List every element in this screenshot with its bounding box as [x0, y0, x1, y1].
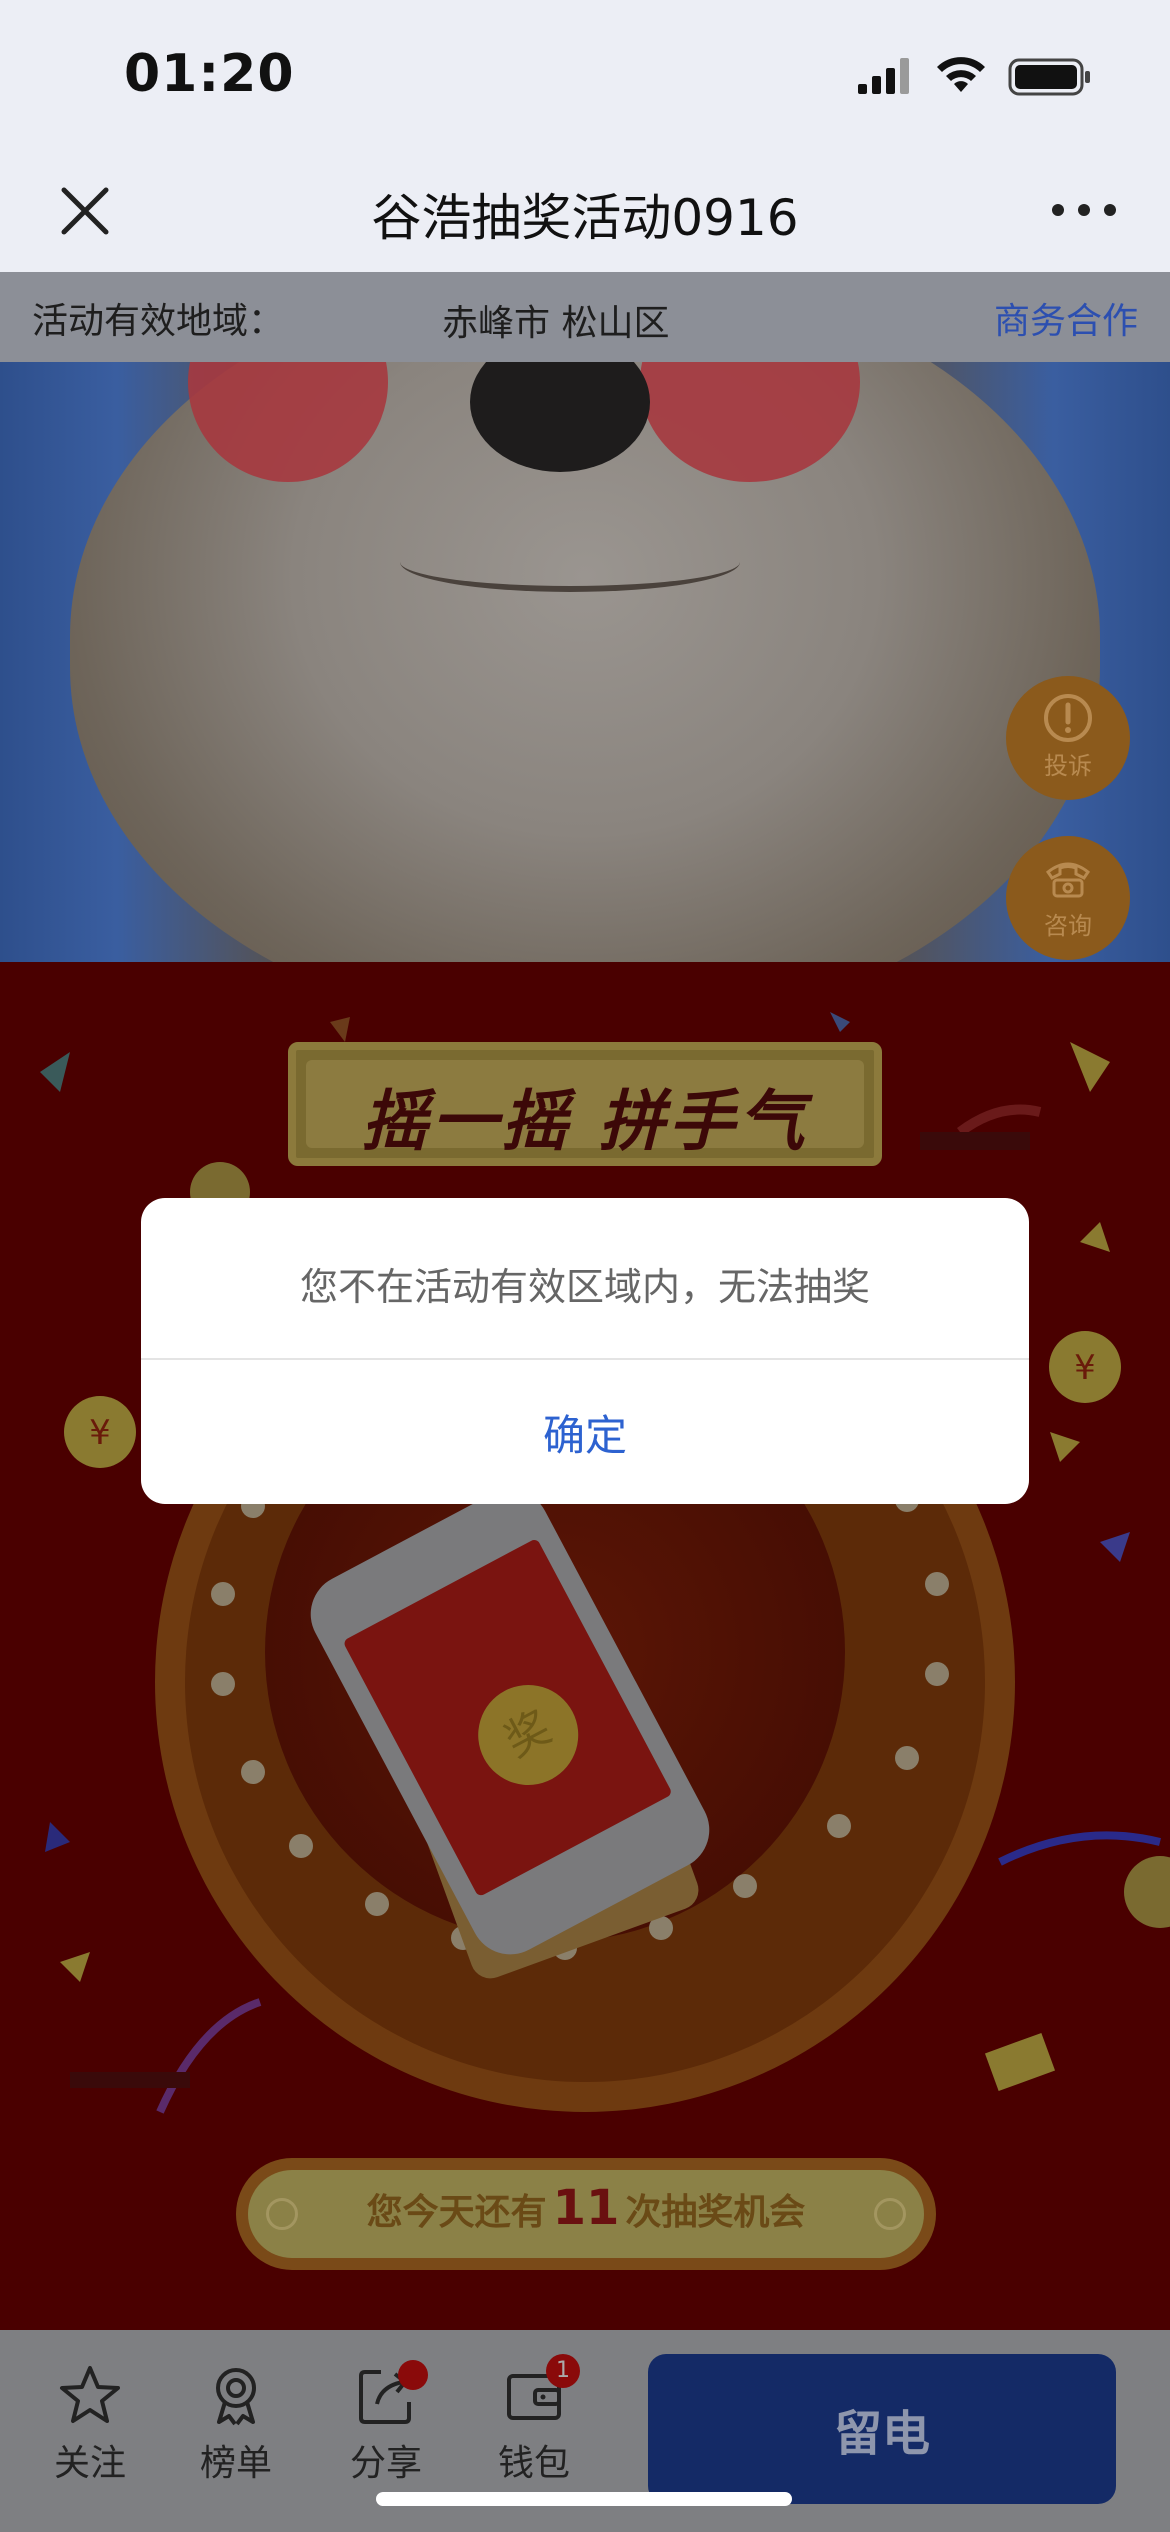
dialog-message: 您不在活动有效区域内，无法抽奖 — [299, 1265, 870, 1309]
dog-cheek-right — [640, 362, 860, 482]
wheel-bulb — [211, 1582, 235, 1606]
wheel-bulb — [925, 1572, 949, 1596]
tab-rank[interactable]: 榜单 — [176, 2364, 296, 2486]
wifi-icon — [937, 57, 985, 92]
lottery-event-area: ¥ ¥ 摇一摇 拼手气 奖 您今天还有 11 次抽奖机会 — [0, 962, 1170, 2330]
battery-icon — [1008, 58, 1090, 96]
region-value: 赤峰市 松山区 — [442, 303, 670, 344]
nav-bar: 谷浩抽奖活动0916 — [0, 150, 1170, 272]
status-bar: 01:20 — [0, 0, 1170, 150]
dog-cheek-left — [188, 362, 388, 482]
prize-coin: 奖 — [460, 1667, 596, 1803]
event-title: 摇一摇 拼手气 — [361, 1083, 809, 1160]
remaining-chances-pill: 您今天还有 11 次抽奖机会 — [236, 2158, 936, 2270]
remaining-chances-text: 您今天还有 11 次抽奖机会 — [366, 2180, 806, 2236]
home-indicator[interactable] — [376, 2492, 792, 2506]
tab-wallet-label: 钱包 — [497, 2443, 570, 2484]
tab-wallet[interactable]: 1 钱包 — [474, 2354, 594, 2486]
more-dots-icon[interactable] — [1048, 192, 1120, 228]
wheel-bulb — [827, 1814, 851, 1838]
complain-button[interactable]: 投诉 — [1006, 676, 1130, 800]
region-bar: 活动有效地域： 赤峰市 松山区 商务合作 — [0, 272, 1170, 362]
wheel-bulb — [211, 1672, 235, 1696]
leave-phone-button[interactable]: 留电 — [648, 2354, 1116, 2504]
svg-text:¥: ¥ — [1074, 1348, 1096, 1388]
wheel-bulb — [241, 1760, 265, 1784]
complain-label: 投诉 — [1044, 752, 1092, 780]
confirm-button[interactable]: 确定 — [141, 1360, 1029, 1504]
wheel-bulb — [289, 1834, 313, 1858]
dog-mouth — [400, 532, 740, 592]
wheel-bulb — [733, 1874, 757, 1898]
remaining-chances-count: 11 — [552, 2180, 620, 2236]
award-ribbon-icon — [216, 2368, 256, 2426]
star-icon — [60, 2366, 120, 2423]
dog-nose — [470, 362, 650, 472]
consult-button[interactable]: 咨询 — [1006, 836, 1130, 960]
consult-label: 咨询 — [1044, 912, 1092, 940]
wheel-bulb — [895, 1746, 919, 1770]
dog-face-illustration — [70, 362, 1100, 962]
tab-follow[interactable]: 关注 — [30, 2364, 150, 2486]
banner-image — [0, 362, 1170, 962]
wheel-bulb — [925, 1662, 949, 1686]
svg-text:¥: ¥ — [89, 1413, 111, 1453]
region-label: 活动有效地域： — [32, 301, 285, 342]
tab-share[interactable]: 分享 — [326, 2360, 446, 2486]
exclamation-circle-icon — [1044, 694, 1092, 742]
event-title-banner: 摇一摇 拼手气 — [288, 1042, 882, 1166]
tab-share-label: 分享 — [349, 2443, 422, 2484]
page-title: 谷浩抽奖活动0916 — [371, 189, 799, 247]
tab-follow-label: 关注 — [53, 2443, 126, 2484]
alert-dialog: 您不在活动有效区域内，无法抽奖 确定 — [141, 1198, 1029, 1504]
tab-rank-label: 榜单 — [199, 2443, 272, 2484]
wheel-bulb — [365, 1892, 389, 1916]
cellular-signal-icon — [858, 58, 909, 94]
telephone-icon — [1045, 862, 1091, 898]
business-cooperation-link[interactable]: 商务合作 — [994, 292, 1138, 344]
status-time: 01:20 — [124, 44, 295, 104]
wallet-badge-count: 1 — [546, 2354, 580, 2388]
share-badge-dot — [398, 2360, 428, 2390]
